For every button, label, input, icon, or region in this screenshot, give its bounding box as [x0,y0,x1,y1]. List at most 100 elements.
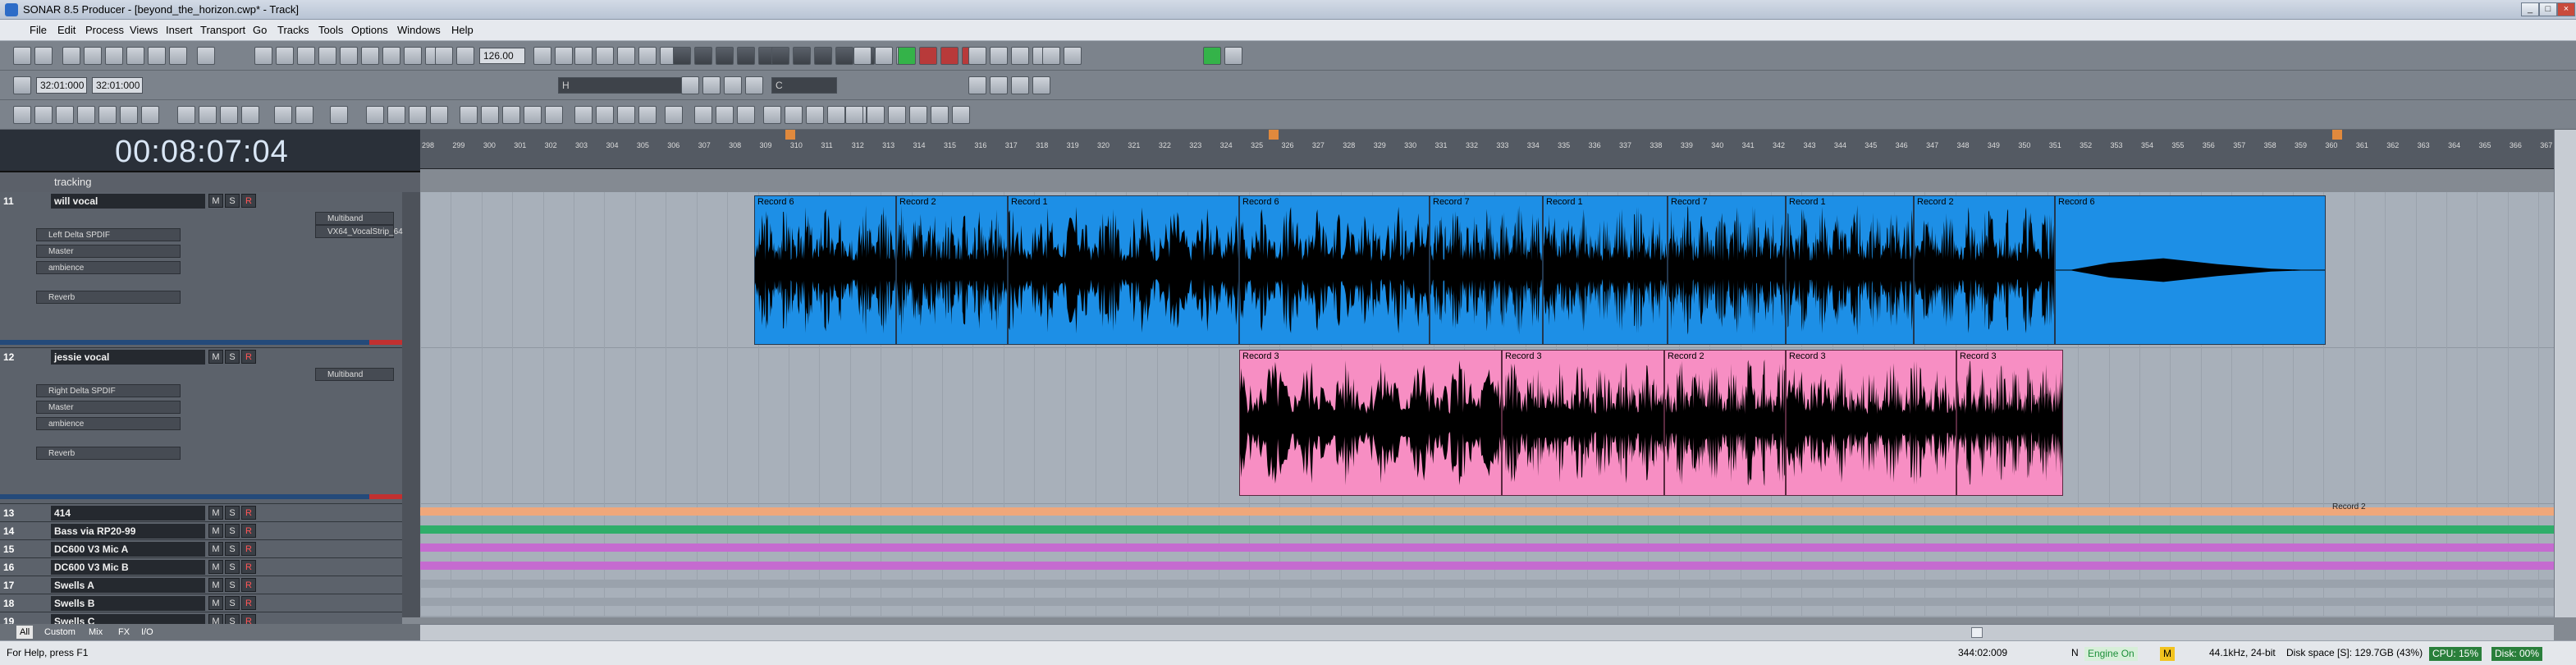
track-name[interactable]: Bass via RP20-99 [51,524,205,539]
input-select[interactable]: Left Delta SPDIF [36,228,181,241]
solo-button[interactable]: S [225,194,240,208]
toolbar-button[interactable] [456,47,474,65]
toolbar-button[interactable] [867,106,885,124]
solo-button[interactable]: S [225,524,240,538]
toolbar-button[interactable] [98,106,117,124]
toolbar-button[interactable] [340,47,358,65]
toolbar-button[interactable] [105,47,123,65]
audio-clip[interactable]: Record 6 [1239,195,1430,345]
send-2[interactable]: Reverb [36,291,181,304]
toolbar-button[interactable] [13,47,31,65]
menu-windows[interactable]: Windows [397,24,441,36]
toolbar-button[interactable] [330,106,348,124]
toolbar-button[interactable] [169,47,187,65]
toolbar-button[interactable] [785,106,803,124]
solo-button[interactable]: S [225,350,240,364]
toolbar-button[interactable] [502,106,520,124]
solo-button[interactable]: S [225,506,240,520]
toolbar-button[interactable] [596,106,614,124]
track-lane-18[interactable] [420,598,2554,606]
toolbar-button[interactable] [638,47,657,65]
toolbar-button[interactable] [931,106,949,124]
toolbar-button[interactable] [387,106,405,124]
tab-mix[interactable]: Mix [85,626,106,639]
input-select[interactable]: Right Delta SPDIF [36,384,181,397]
audio-clip[interactable]: Record 2 [1664,350,1786,496]
tab-fx[interactable]: FX [115,626,133,639]
key-select[interactable]: H [558,77,686,94]
toolbar-button[interactable] [1203,47,1221,65]
engine-status[interactable]: Engine On [2084,647,2138,661]
track-name[interactable]: 414 [51,506,205,521]
toolbar-button[interactable] [382,47,400,65]
minimize-button[interactable]: _ [2521,2,2539,16]
menu-process[interactable]: Process [85,24,124,36]
toolbar-button[interactable] [694,47,712,65]
toolbar-button[interactable] [276,47,294,65]
track-lane-16[interactable] [420,562,2554,570]
toolbar-button[interactable] [909,106,927,124]
toolbar-button[interactable] [148,47,166,65]
audio-clip[interactable]: Record 3 [1502,350,1664,496]
toolbar-button[interactable] [361,47,379,65]
track-name[interactable]: Swells B [51,596,205,611]
toolbar-button[interactable] [126,47,144,65]
audio-clip[interactable]: Record 7 [1430,195,1543,345]
record-button[interactable]: R [241,350,256,364]
toolbar-button[interactable] [409,106,427,124]
solo-button[interactable]: S [225,542,240,556]
toolbar-button[interactable] [120,106,138,124]
menu-transport[interactable]: Transport [200,24,245,36]
toolbar-button[interactable] [814,47,832,65]
toolbar-button[interactable] [1032,76,1050,94]
toolbar-button[interactable] [220,106,238,124]
menu-options[interactable]: Options [351,24,388,36]
menu-help[interactable]: Help [451,24,474,36]
toolbar-button[interactable] [835,47,853,65]
toolbar-button[interactable] [77,106,95,124]
toolbar-button[interactable] [524,106,542,124]
toolbar-button[interactable] [297,47,315,65]
toolbar-button[interactable] [617,47,635,65]
toolbar-button[interactable] [716,106,734,124]
toolbar-button[interactable] [295,106,313,124]
toolbar-button[interactable] [702,76,721,94]
toolbar-button[interactable] [241,106,259,124]
toolbar-button[interactable] [435,47,453,65]
insert-2[interactable]: VX64_VocalStrip_64 [315,225,403,238]
toolbar-button[interactable] [617,106,635,124]
toolbar-button[interactable] [771,47,789,65]
track-lane-13[interactable] [420,507,2554,516]
insert-1[interactable]: Multiband [315,212,394,225]
mute-button[interactable]: M [208,542,223,556]
toolbar-button[interactable] [724,76,742,94]
tab-all[interactable]: All [16,626,34,639]
audio-clip[interactable]: Record 2 [1914,195,2055,345]
toolbar-button[interactable] [763,106,781,124]
toolbar-button[interactable] [254,47,272,65]
toolbar-button[interactable] [13,106,31,124]
toolbar-button[interactable] [34,47,53,65]
toolbar-button[interactable] [1224,47,1242,65]
time-start-field[interactable]: 32:01:000 [36,77,87,94]
track-lane-19[interactable] [420,616,2554,617]
mute-button[interactable]: M [208,524,223,538]
toolbar-button[interactable] [533,47,551,65]
record-button[interactable]: R [241,506,256,520]
mute-button[interactable]: M [208,596,223,610]
toolbar-button[interactable] [716,47,734,65]
track-lane-17[interactable] [420,580,2554,588]
record-button[interactable]: R [241,578,256,592]
toolbar-button[interactable] [673,47,691,65]
toolbar-button[interactable] [430,106,448,124]
mute-button[interactable]: M [208,560,223,574]
tempo-field[interactable]: 126.00 [479,48,525,64]
maximize-button[interactable]: □ [2539,2,2557,16]
audio-clip[interactable]: Record 3 [1786,350,1956,496]
solo-button[interactable]: S [225,578,240,592]
mute-button[interactable]: M [208,350,223,364]
toolbar-button[interactable] [1064,47,1082,65]
toolbar-button[interactable] [737,47,755,65]
toolbar-button[interactable] [888,106,906,124]
scroll-thumb[interactable] [1971,627,1983,638]
